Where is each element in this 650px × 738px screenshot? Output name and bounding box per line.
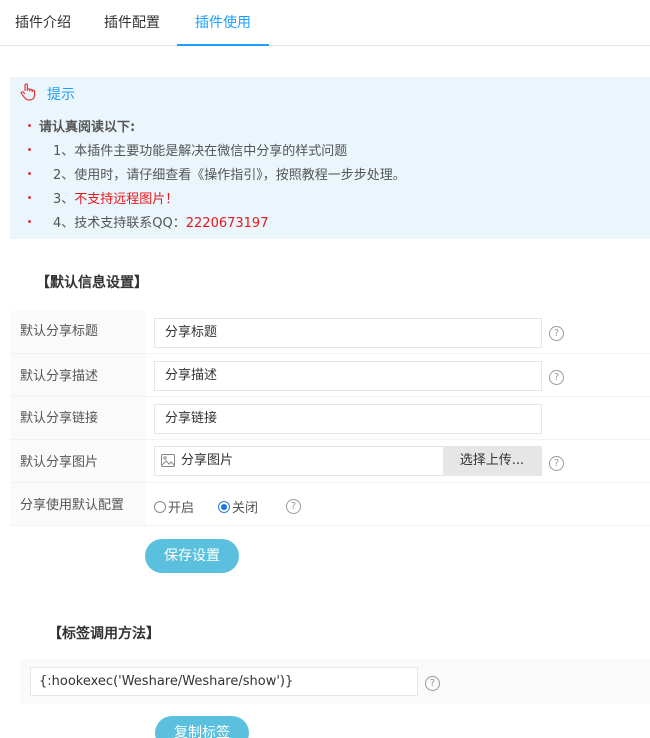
tip-title: 提示 [47,87,75,103]
share-desc-label: 默认分享描述 [10,354,146,396]
form-row-tag-code: {:hookexec('Weshare/Weshare/show')} ? [20,659,650,704]
tip-item-prefix: 4、技术支持联系QQ： [53,216,186,231]
tip-header: 提示 [18,83,75,105]
share-link-input[interactable]: 分享链接 [154,404,542,434]
bullet-icon [28,124,31,127]
tip-item-prefix: 3、 [53,192,75,207]
tip-item-text: 2、使用时，请仔细查看《操作指引》，按照教程一步步处理。 [53,168,406,183]
bullet-icon [28,148,31,151]
tip-item-warning: 不支持远程图片！ [74,192,179,207]
share-image-label: 默认分享图片 [10,440,146,482]
tab-plugin-config[interactable]: 插件配置 [88,0,176,46]
bullet-icon [28,220,31,223]
share-image-field[interactable]: 分享图片 选择上传... [154,446,542,476]
image-icon [161,454,175,467]
help-icon[interactable]: ? [286,499,301,514]
tab-plugin-intro[interactable]: 插件介绍 [0,0,86,46]
radio-button-on[interactable] [154,500,166,513]
tip-item-text: 3、不支持远程图片！ [53,188,178,207]
help-icon[interactable]: ? [549,326,564,341]
pointing-hand-icon [18,82,38,106]
help-icon[interactable]: ? [549,456,564,471]
bullet-icon [28,172,31,175]
share-title-label: 默认分享标题 [10,311,146,353]
form-row-share-title: 默认分享标题 分享标题 ? [10,311,650,354]
help-icon[interactable]: ? [549,370,564,385]
radio-label-off: 关闭 [232,501,259,516]
tab-plugin-usage[interactable]: 插件使用 [177,0,269,46]
form-row-share-desc: 默认分享描述 分享描述 ? [10,354,650,397]
settings-section-title: 【默认信息设置】 [36,275,148,291]
share-title-input[interactable]: 分享标题 [154,318,542,348]
share-desc-input[interactable]: 分享描述 [154,361,542,391]
form-row-share-link: 默认分享链接 分享链接 [10,397,650,440]
radio-button-off[interactable] [218,500,230,513]
radio-option-off[interactable]: 关闭 [218,497,258,516]
bullet-icon [28,196,31,199]
use-default-label: 分享使用默认配置 [10,483,146,525]
radio-label-on: 开启 [168,501,195,516]
tip-box: 提示 请认真阅读以下: 1、本插件主要功能是解决在微信中分享的样式问题 2、使用… [10,77,650,239]
form-row-share-image: 默认分享图片 分享图片 选择上传... ? [10,440,650,483]
support-qq-number: 2220673197 [185,216,269,231]
tip-item-text: 1、本插件主要功能是解决在微信中分享的样式问题 [53,144,348,159]
form-row-use-default: 分享使用默认配置 开启 关闭 ? [10,483,650,526]
tip-item-text: 4、技术支持联系QQ：2220673197 [53,212,268,231]
save-settings-button[interactable]: 保存设置 [145,539,239,573]
copy-tag-button[interactable]: 复制标签 [155,716,249,738]
tag-section-title: 【标签调用方法】 [48,626,160,642]
tab-bar: 插件介绍 插件配置 插件使用 [0,0,650,46]
radio-option-on[interactable]: 开启 [154,497,194,516]
help-icon[interactable]: ? [425,676,440,691]
tag-code-input[interactable]: {:hookexec('Weshare/Weshare/show')} [30,667,418,696]
share-link-label: 默认分享链接 [10,397,146,439]
upload-button[interactable]: 选择上传... [443,447,541,475]
share-image-filename: 分享图片 [181,453,234,468]
tip-heading: 请认真阅读以下: [39,120,136,135]
